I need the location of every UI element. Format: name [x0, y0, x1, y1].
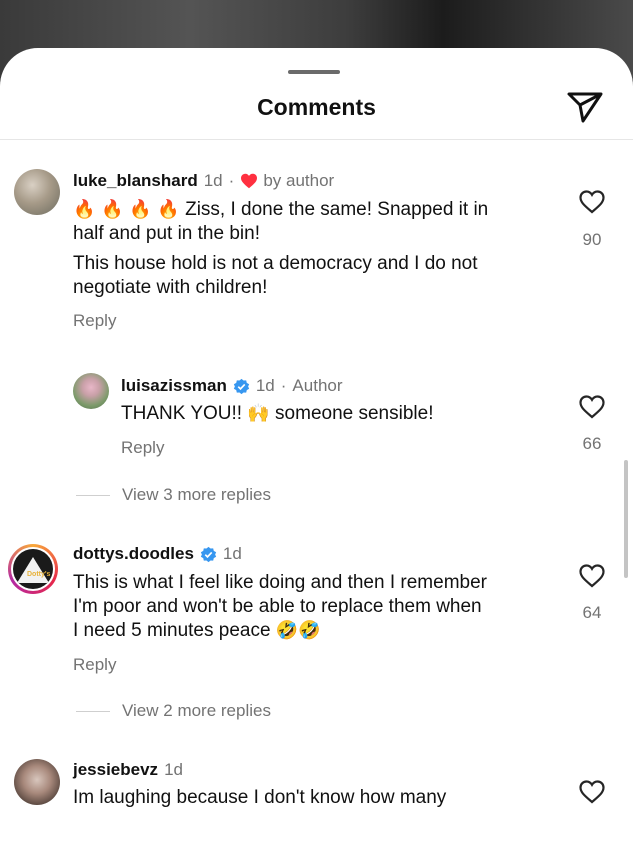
- header-divider: [0, 139, 633, 140]
- comment-text-line: Ziss, I done the same! Snapped it in: [179, 199, 489, 220]
- fire-emojis: 🔥 🔥 🔥 🔥: [73, 199, 180, 220]
- scrollbar[interactable]: [624, 460, 628, 578]
- comment-text-line: half and put in the bin!: [73, 223, 260, 244]
- like-count: 64: [582, 603, 602, 622]
- separator-dot: ·: [280, 376, 287, 395]
- comment-text-line: THANK YOU!!: [121, 403, 248, 424]
- sheet-title: Comments: [257, 94, 376, 120]
- heart-filled-icon: [241, 173, 258, 189]
- avatar-text: Dotty's: [27, 571, 51, 578]
- timestamp: 1d: [203, 171, 223, 190]
- comment-meta: luisazissman 1d · Author: [121, 376, 343, 396]
- like-count: 66: [582, 434, 602, 453]
- comment-text: THANK YOU!! 🙌 someone sensible!: [121, 402, 571, 426]
- heart-outline-icon[interactable]: [579, 564, 605, 588]
- view-more-label[interactable]: View 3 more replies: [122, 485, 271, 505]
- view-more-label[interactable]: View 2 more replies: [122, 701, 271, 721]
- username[interactable]: dottys.doodles: [73, 544, 194, 564]
- raised-hands-emoji: 🙌: [247, 403, 270, 424]
- thread-line: [76, 494, 110, 496]
- view-more-replies[interactable]: View 3 more replies: [76, 485, 271, 505]
- laughing-emojis: 🤣🤣: [275, 620, 321, 641]
- comments-sheet: Comments luke_blanshard 1d · by author 🔥…: [0, 48, 633, 848]
- comment-text-line: This is what I feel like doing and then …: [73, 572, 487, 593]
- separator-dot: ·: [228, 171, 235, 190]
- by-author-label: by author: [263, 171, 335, 190]
- avatar[interactable]: Dotty's: [8, 544, 58, 594]
- reply-button[interactable]: Reply: [121, 438, 164, 458]
- liked-by-author: by author: [240, 171, 334, 191]
- timestamp: 1d: [222, 544, 242, 563]
- paper-plane-icon[interactable]: [566, 88, 604, 124]
- heart-outline-icon[interactable]: [579, 780, 605, 804]
- comment-text-line: This house hold is not a democracy and I…: [73, 253, 478, 274]
- verified-badge-icon: [233, 378, 249, 394]
- comment-text-line: I need 5 minutes peace: [73, 620, 276, 641]
- avatar[interactable]: [14, 759, 60, 805]
- reply-button[interactable]: Reply: [73, 655, 116, 675]
- comment-meta: dottys.doodles 1d: [73, 544, 242, 564]
- avatar[interactable]: [14, 169, 60, 215]
- comment-text: 🔥 🔥 🔥 🔥 Ziss, I done the same! Snapped i…: [73, 198, 563, 300]
- verified-badge-icon: [200, 546, 217, 562]
- comment-text: This is what I feel like doing and then …: [73, 571, 563, 643]
- view-more-replies[interactable]: View 2 more replies: [76, 701, 271, 721]
- timestamp: 1d: [255, 376, 275, 395]
- comment-text-line: Im laughing because I don't know how man…: [73, 787, 447, 808]
- reply-button[interactable]: Reply: [73, 311, 116, 331]
- comment-meta: luke_blanshard 1d · by author: [73, 171, 334, 191]
- username[interactable]: jessiebevz: [73, 760, 158, 780]
- comment-text: Im laughing because I don't know how man…: [73, 786, 563, 810]
- comment-text-line: someone sensible!: [269, 403, 434, 424]
- avatar-image: Dotty's: [13, 549, 53, 589]
- heart-outline-icon[interactable]: [579, 190, 605, 214]
- timestamp: 1d: [164, 760, 183, 779]
- drag-handle[interactable]: [288, 70, 340, 74]
- thread-line: [76, 710, 110, 712]
- author-tag: Author: [292, 376, 343, 395]
- comment-text-line: negotiate with children!: [73, 277, 268, 298]
- comment-text-line: I'm poor and won't be able to replace th…: [73, 596, 482, 617]
- comment-meta: jessiebevz 1d: [73, 760, 183, 780]
- avatar[interactable]: [73, 373, 109, 409]
- username[interactable]: luisazissman: [121, 376, 227, 396]
- like-count: 90: [582, 230, 602, 249]
- username[interactable]: luke_blanshard: [73, 171, 198, 191]
- heart-outline-icon[interactable]: [579, 395, 605, 419]
